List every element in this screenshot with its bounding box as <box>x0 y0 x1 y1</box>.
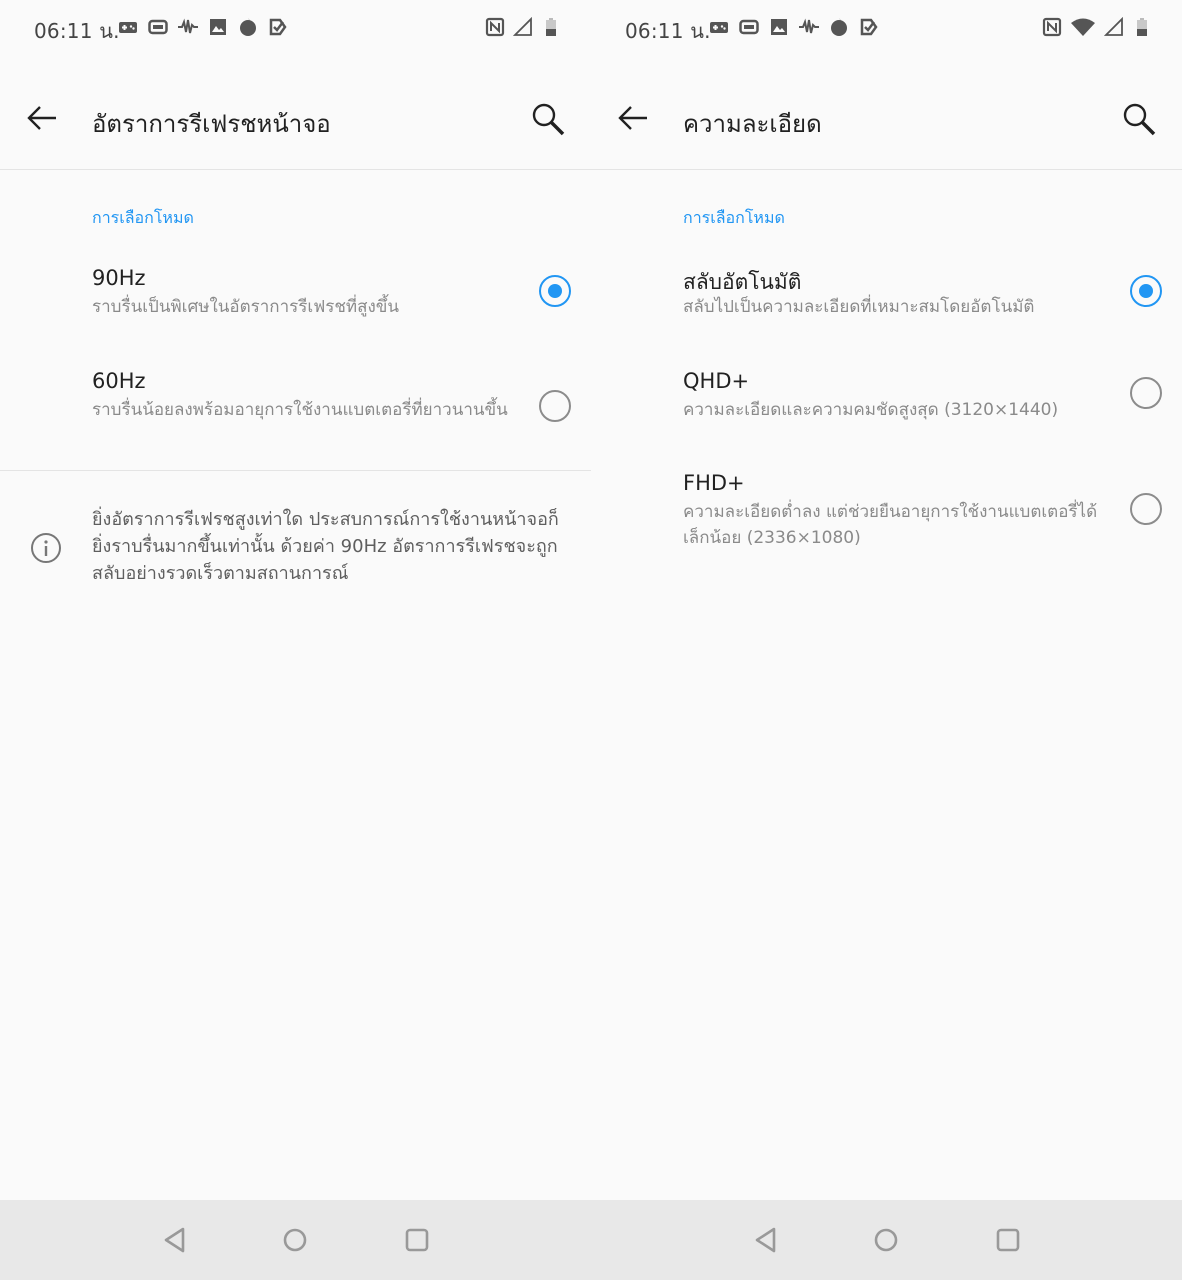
nav-recents-icon[interactable] <box>403 1226 431 1254</box>
refresh-rate-screen: 06:11 น. อัตราการรีเฟรชหน้าจอ การเลือกโห… <box>0 0 591 1280</box>
page-title: อัตราการรีเฟรชหน้าจอ <box>92 110 331 138</box>
status-time: 06:11 น. <box>34 19 120 43</box>
option-description: ราบรื่นน้อยลงพร้อมอายุการใช้งานแบตเตอรี่… <box>92 400 508 420</box>
radio-button-selected[interactable] <box>539 275 571 307</box>
option-auto-switch[interactable]: สลับอัตโนมัติ สลับไปเป็นความละเอียดที่เห… <box>591 266 1182 332</box>
option-title: 90Hz <box>92 266 146 290</box>
back-arrow-icon[interactable] <box>615 98 655 138</box>
info-text: ยิ่งอัตราการรีเฟรชสูงเท่าใด ประสบการณ์กา… <box>92 509 559 584</box>
nav-back-icon[interactable] <box>161 1226 189 1254</box>
nav-back-icon[interactable] <box>752 1226 780 1254</box>
divider <box>0 470 591 471</box>
system-status-icons <box>485 15 561 39</box>
section-header: การเลือกโหมด <box>92 208 194 227</box>
nav-recents-icon[interactable] <box>994 1226 1022 1254</box>
option-title: 60Hz <box>92 369 146 393</box>
option-qhd-plus[interactable]: QHD+ ความละเอียดและความคมชัดสูงสุด (3120… <box>591 369 1182 429</box>
option-title: FHD+ <box>683 471 745 495</box>
navigation-bar <box>591 1200 1182 1280</box>
radio-button[interactable] <box>1130 493 1162 525</box>
navigation-bar <box>0 1200 591 1280</box>
option-description: สลับไปเป็นความละเอียดที่เหมาะสมโดยอัตโนม… <box>683 297 1035 317</box>
resolution-screen: 06:11 น. ความละเอียด การเลือกโหมด สลับอั… <box>591 0 1182 1280</box>
option-description: ความละเอียดต่ำลง แต่ช่วยยืนอายุการใช้งาน… <box>683 502 1098 548</box>
radio-button[interactable] <box>1130 377 1162 409</box>
option-description: ความละเอียดและความคมชัดสูงสุด (3120×1440… <box>683 400 1059 420</box>
status-bar: 06:11 น. <box>591 0 1182 56</box>
battery-icon <box>1137 18 1147 36</box>
nfc-icon <box>1042 17 1062 37</box>
nav-home-icon[interactable] <box>872 1226 900 1254</box>
status-bar: 06:11 น. <box>0 0 591 56</box>
nav-home-icon[interactable] <box>281 1226 309 1254</box>
nfc-icon <box>485 17 505 37</box>
gamepad-icon <box>710 22 728 33</box>
checkmark-app-icon <box>269 18 287 36</box>
image-icon <box>771 19 787 35</box>
checkmark-app-icon <box>860 18 878 36</box>
firefox-icon <box>240 18 256 36</box>
option-fhd-plus[interactable]: FHD+ ความละเอียดต่ำลง แต่ช่วยยืนอายุการใ… <box>591 471 1182 551</box>
option-90hz[interactable]: 90Hz ราบรื่นเป็นพิเศษในอัตราการรีเฟรชที่… <box>0 266 591 332</box>
wifi-icon <box>1071 18 1095 36</box>
notification-icons <box>709 16 879 38</box>
system-status-icons <box>1042 15 1152 39</box>
screen-record-icon <box>148 19 168 35</box>
option-title: QHD+ <box>683 369 750 393</box>
option-description: ราบรื่นเป็นพิเศษในอัตราการรีเฟรชที่สูงขึ… <box>92 297 400 317</box>
status-time: 06:11 น. <box>625 19 711 43</box>
search-icon[interactable] <box>529 100 569 140</box>
signal-icon <box>513 17 532 36</box>
section-header: การเลือกโหมด <box>683 208 785 227</box>
gamepad-icon <box>119 22 137 33</box>
image-icon <box>210 19 226 35</box>
app-bar: อัตราการรีเฟรชหน้าจอ <box>0 72 591 170</box>
signal-icon <box>1104 17 1123 36</box>
search-icon[interactable] <box>1120 100 1160 140</box>
battery-icon <box>546 18 556 36</box>
waveform-icon <box>799 18 819 34</box>
waveform-icon <box>178 18 198 34</box>
back-arrow-icon[interactable] <box>24 98 64 138</box>
screen-record-icon <box>739 19 759 35</box>
app-bar: ความละเอียด <box>591 72 1182 170</box>
notification-icons <box>118 16 288 38</box>
option-60hz[interactable]: 60Hz ราบรื่นน้อยลงพร้อมอายุการใช้งานแบตเ… <box>0 369 591 449</box>
radio-button-selected[interactable] <box>1130 275 1162 307</box>
firefox-icon <box>831 18 847 36</box>
info-icon <box>31 533 61 563</box>
page-title: ความละเอียด <box>683 110 822 138</box>
radio-button[interactable] <box>539 390 571 422</box>
